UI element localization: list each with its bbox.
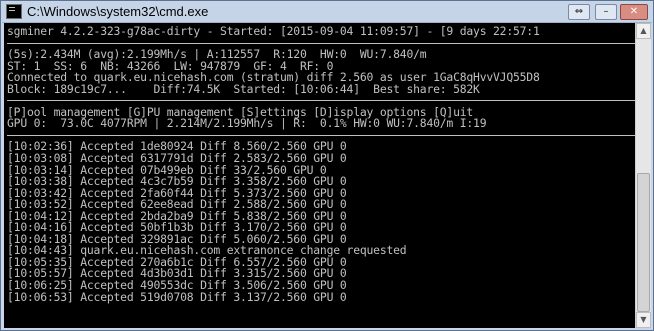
title-bar[interactable]: C:\Windows\system32\cmd.exe ⇔ – ✕: [2, 2, 652, 23]
console-divider: [7, 130, 635, 142]
miner-header: sgminer 4.2.2-323-g78ac-dirty - Started:…: [7, 24, 540, 38]
close-button[interactable]: ✕: [620, 4, 648, 20]
cmd-app-icon: [6, 4, 22, 19]
cmd-window: C:\Windows\system32\cmd.exe ⇔ – ✕ sgmine…: [0, 0, 654, 331]
console-divider: [7, 38, 635, 50]
scroll-up-icon[interactable]: ▲: [636, 23, 651, 39]
minimize-button[interactable]: –: [595, 4, 617, 20]
scrollbar-thumb[interactable]: [637, 173, 650, 312]
resize-icon[interactable]: ⇔: [568, 4, 590, 20]
scroll-down-icon[interactable]: ▼: [636, 312, 651, 328]
vertical-scrollbar[interactable]: ▲ ▼: [635, 23, 651, 328]
gpu-status: GPU 0: 73.0C 4077RPM | 2.214M/2.199Mh/s …: [7, 116, 487, 131]
window-title: C:\Windows\system32\cmd.exe: [27, 4, 209, 19]
log-line: [10:06:53] Accepted 519d0708 Diff 3.137/…: [7, 289, 347, 304]
block-info: Block: 189c19c7... Diff:74.5K Started: […: [7, 81, 480, 96]
console-output[interactable]: sgminer 4.2.2-323-g78ac-dirty - Started:…: [4, 23, 635, 328]
console-divider: [7, 95, 635, 107]
